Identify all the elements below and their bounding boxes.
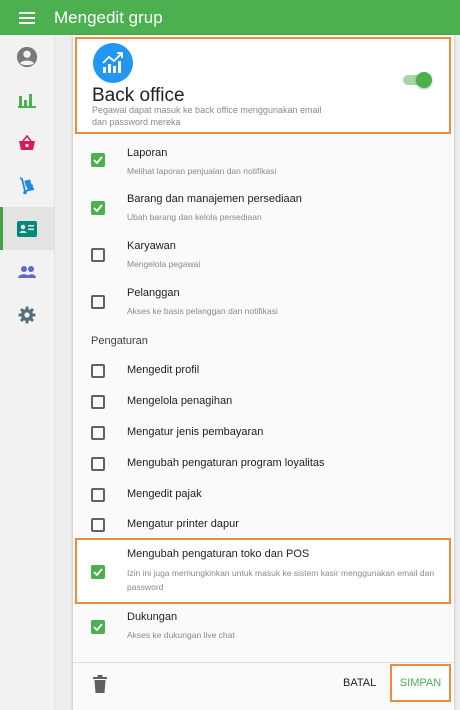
employees-description: Mengelola pegawai [127,259,201,269]
basket-icon [19,134,35,150]
check-icon [93,204,103,212]
sidebar [0,35,55,710]
edit-profile-checkbox[interactable] [91,364,105,378]
support-label: Dukungan [127,611,178,623]
payment-types-checkbox[interactable] [91,426,105,440]
items-label: Barang dan manajemen persediaan [127,193,302,205]
sidebar-item-inventory[interactable] [0,164,54,207]
hamburger-icon [19,11,35,24]
account-circle-icon [16,46,38,67]
employees-checkbox[interactable] [91,248,105,262]
trending-up-icon [102,52,123,73]
loyalty-checkbox[interactable] [91,457,105,471]
items-checkbox[interactable] [91,201,105,215]
edit-group-card: Back office Pegawai dapat masuk ke back … [73,35,454,710]
app-bar: Mengedit grup [0,0,460,35]
customers-description: Akses ke basis pelanggan dan notifikasi [127,306,278,316]
sidebar-item-sales[interactable] [0,121,54,164]
page-title: Mengedit grup [54,7,163,27]
edit-profile-label: Mengedit profil [127,364,200,376]
kitchen-printer-label: Mengatur printer dapur [127,518,239,530]
sidebar-item-employees[interactable] [0,207,54,250]
store-pos-description: Izin ini juga memungkinkan untuk masuk k… [127,568,435,592]
employees-label: Karyawan [127,240,176,252]
save-button[interactable]: SIMPAN [390,664,451,702]
back-office-section: Back office Pegawai dapat masuk ke back … [75,37,451,134]
kitchen-printer-checkbox[interactable] [91,518,105,532]
back-office-toggle[interactable] [403,71,432,89]
store-pos-label: Mengubah pengaturan toko dan POS [127,548,310,560]
reports-label: Laporan [127,147,168,159]
gear-icon [18,306,36,323]
back-office-icon [93,43,133,83]
support-description: Akses ke dukungan live chat [127,630,235,640]
customers-label: Pelanggan [127,287,180,299]
bar-chart-icon [18,93,36,108]
menu-button[interactable] [0,0,54,35]
reports-description: Melihat laporan penjualan dan notifikasi [127,166,277,176]
check-icon [93,623,103,631]
check-icon [93,156,103,164]
reports-checkbox[interactable] [91,153,105,167]
sidebar-item-settings[interactable] [0,293,54,336]
back-office-description: Pegawai dapat masuk ke back office mengg… [92,105,322,127]
cancel-button[interactable]: BATAL [343,677,376,689]
card-footer: BATAL SIMPAN [73,662,454,710]
items-description: Ubah barang dan kelola persediaan [127,212,262,222]
store-pos-checkbox[interactable] [91,565,105,579]
customers-checkbox[interactable] [91,295,105,309]
people-icon [18,265,36,278]
trash-icon [93,675,107,693]
taxes-checkbox[interactable] [91,488,105,502]
payment-types-label: Mengatur jenis pembayaran [127,426,264,438]
toggle-thumb [416,72,432,88]
id-card-icon [17,220,37,237]
sidebar-item-reports[interactable] [0,78,54,121]
taxes-label: Mengedit pajak [127,488,202,500]
billing-label: Mengelola penagihan [127,395,233,407]
dolly-icon [19,176,35,194]
settings-section-label: Pengaturan [91,335,148,347]
delete-button[interactable] [93,675,107,695]
check-icon [93,568,103,576]
billing-checkbox[interactable] [91,395,105,409]
sidebar-item-customers[interactable] [0,250,54,293]
support-checkbox[interactable] [91,620,105,634]
sidebar-item-account[interactable] [0,35,54,78]
loyalty-label: Mengubah pengaturan program loyalitas [127,457,325,469]
